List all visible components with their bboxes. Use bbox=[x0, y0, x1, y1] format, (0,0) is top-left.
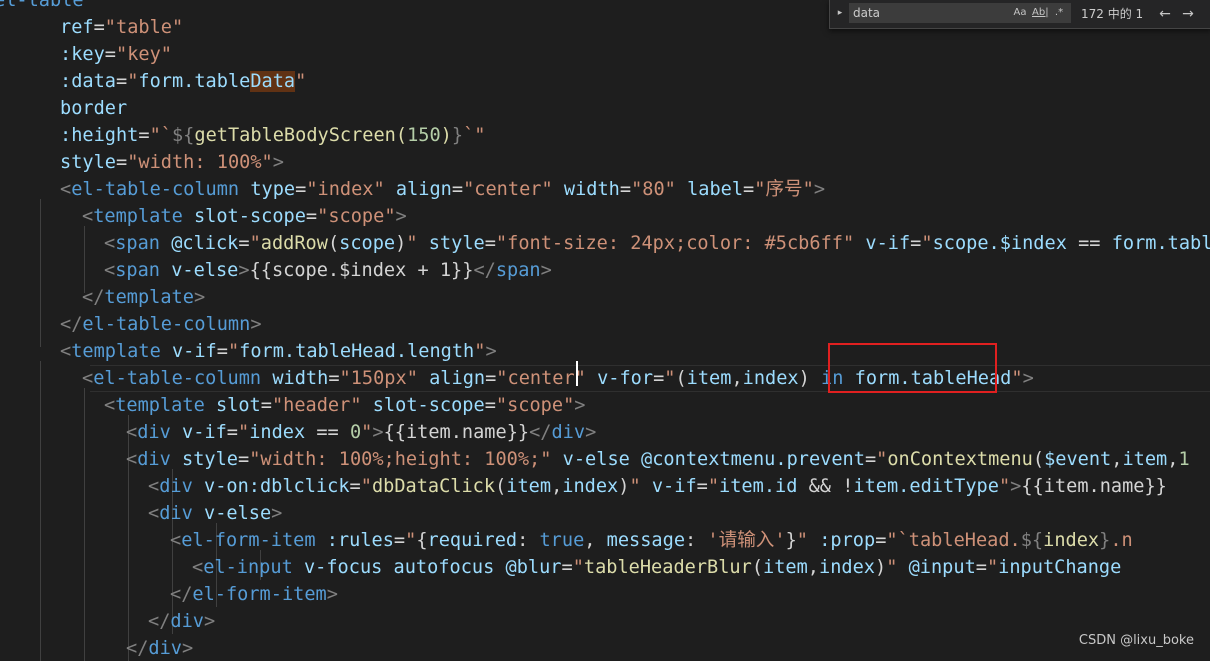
find-widget: ▸ Aa Ab| .* 172 中的 1 ← → bbox=[829, 0, 1210, 29]
match-count: 172 中的 1 bbox=[1081, 7, 1144, 21]
indent-guide bbox=[84, 388, 85, 661]
code-line-text: <span @click="addRow(scope)" style="font… bbox=[104, 233, 1210, 254]
code-line-text: <el-form-item :rules="{required: true, m… bbox=[170, 530, 1133, 551]
code-line-text: el-table bbox=[0, 0, 84, 11]
code-line-text: <el-table-column type="index" align="cen… bbox=[60, 179, 826, 200]
code-line[interactable]: :height="`${getTableBodyScreen(150)}`" bbox=[60, 122, 485, 149]
code-line-text: </div> bbox=[126, 638, 194, 659]
code-line-text: ref="table" bbox=[60, 17, 184, 38]
code-line[interactable]: ref="table" bbox=[60, 14, 183, 41]
code-line[interactable]: <span @click="addRow(scope)" style="font… bbox=[104, 230, 1210, 257]
code-line-text: </el-table-column> bbox=[60, 314, 262, 335]
code-line-text: </div> bbox=[148, 611, 216, 632]
match-case-icon[interactable]: Aa bbox=[1012, 5, 1028, 21]
code-line[interactable]: </div> bbox=[148, 608, 215, 635]
code-line[interactable]: <template slot="header" slot-scope="scop… bbox=[104, 392, 585, 419]
code-line-text: <template slot-scope="scope"> bbox=[82, 206, 407, 227]
watermark: CSDN @lixu_boke bbox=[1078, 633, 1194, 648]
indent-guide bbox=[40, 199, 41, 347]
code-line[interactable]: </el-table-column> bbox=[60, 311, 262, 338]
code-line-text: <div v-on:dblclick="dbDataClick(item,ind… bbox=[148, 476, 1167, 497]
text-cursor bbox=[576, 361, 578, 386]
code-line[interactable]: el-table bbox=[0, 0, 84, 14]
code-line-text: <span v-else>{{scope.$index + 1}}</span> bbox=[104, 260, 552, 281]
code-line-text: <div v-else> bbox=[148, 503, 283, 524]
annotation-highlight-box bbox=[828, 343, 997, 393]
code-line[interactable]: :data="form.tableData" bbox=[60, 68, 306, 95]
code-line-text: :data="form.tableData" bbox=[60, 71, 307, 92]
indent-guide bbox=[40, 361, 41, 661]
code-line[interactable]: </div> bbox=[126, 635, 193, 661]
regex-icon[interactable]: .* bbox=[1052, 5, 1066, 21]
code-line[interactable]: <div v-if="index == 0">{{item.name}}</di… bbox=[126, 419, 596, 446]
code-line-text: <div v-if="index == 0">{{item.name}}</di… bbox=[126, 422, 597, 443]
code-editor[interactable]: el-table ref="table" :key="key" :data="form… bbox=[0, 0, 1210, 661]
next-match-icon[interactable]: → bbox=[1179, 4, 1197, 24]
code-line[interactable]: <div style="width: 100%;height: 100%;" v… bbox=[126, 446, 1190, 473]
code-line-text: <template v-if="form.tableHead.length"> bbox=[60, 341, 497, 362]
code-line-text: <el-input v-focus autofocus @blur="table… bbox=[192, 557, 1122, 578]
whole-word-icon[interactable]: Ab| bbox=[1032, 5, 1049, 21]
code-line[interactable]: <template slot-scope="scope"> bbox=[82, 203, 407, 230]
code-line-text: :height="`${getTableBodyScreen(150)}`" bbox=[60, 125, 486, 146]
code-line[interactable]: style="width: 100%"> bbox=[60, 149, 284, 176]
code-line[interactable]: :key="key" bbox=[60, 41, 172, 68]
code-line[interactable]: <template v-if="form.tableHead.length"> bbox=[60, 338, 497, 365]
code-line-text: :key="key" bbox=[60, 44, 172, 65]
toggle-replace-icon[interactable]: ▸ bbox=[833, 5, 847, 21]
code-line-text: style="width: 100%"> bbox=[60, 152, 284, 173]
code-line[interactable]: <div v-on:dblclick="dbDataClick(item,ind… bbox=[148, 473, 1167, 500]
code-line-text: <template slot="header" slot-scope="scop… bbox=[104, 395, 586, 416]
code-line[interactable]: <el-table-column type="index" align="cen… bbox=[60, 176, 825, 203]
code-line-text: border bbox=[60, 98, 128, 119]
code-line[interactable]: <span v-else>{{scope.$index + 1}}</span> bbox=[104, 257, 552, 284]
indent-guide bbox=[84, 226, 85, 293]
code-line[interactable]: <el-form-item :rules="{required: true, m… bbox=[170, 527, 1133, 554]
code-line-text: </el-form-item> bbox=[170, 584, 338, 605]
code-line[interactable]: </template> bbox=[82, 284, 205, 311]
code-line-text: <div style="width: 100%;height: 100%;" v… bbox=[126, 449, 1190, 470]
code-line[interactable]: <el-input v-focus autofocus @blur="table… bbox=[192, 554, 1121, 581]
code-line-text: </template> bbox=[82, 287, 206, 308]
code-line[interactable]: <div v-else> bbox=[148, 500, 282, 527]
code-line[interactable]: border bbox=[60, 95, 127, 122]
previous-match-icon[interactable]: ← bbox=[1156, 4, 1174, 24]
code-line[interactable]: </el-form-item> bbox=[170, 581, 338, 608]
